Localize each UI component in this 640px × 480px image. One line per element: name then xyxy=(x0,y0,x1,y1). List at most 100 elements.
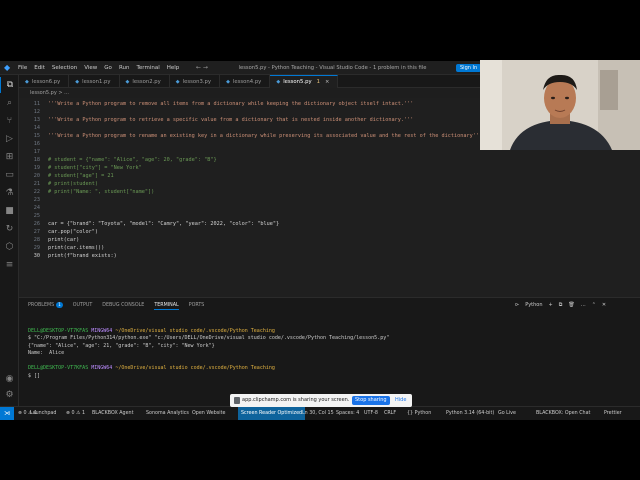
menu-item-go[interactable]: Go xyxy=(104,65,112,71)
menu-item-edit[interactable]: Edit xyxy=(34,65,45,71)
close-panel-icon[interactable]: ✕ xyxy=(602,301,606,310)
code-line[interactable]: 24 xyxy=(19,204,640,212)
blackbox-icon[interactable]: ■ xyxy=(0,203,19,219)
tab-lesson3-py[interactable]: ◆ lesson3.py xyxy=(170,75,221,88)
code-line[interactable]: 30 print(f"brand exists:) xyxy=(19,252,640,260)
code-line[interactable]: 26 car = {"brand": "Toyota", "model": "Ca… xyxy=(19,220,640,228)
status-bb-agent[interactable]: BLACKBOX Agent xyxy=(92,407,133,420)
code-text: car = {"brand": "Toyota", "model": "Camr… xyxy=(48,221,280,227)
panel-tab-label: PORTS xyxy=(188,303,205,308)
new-terminal-icon[interactable]: + xyxy=(549,301,553,310)
code-line[interactable]: 20 # student["age"] = 21 xyxy=(19,172,640,180)
status-language[interactable]: {} Python xyxy=(407,407,431,420)
python-file-icon: ◆ xyxy=(226,78,230,85)
vscode-logo-icon: ◆ xyxy=(4,63,11,72)
code-text: # print(student) xyxy=(48,181,98,187)
explorer-icon[interactable]: ⧉ xyxy=(0,77,19,93)
status-screen-reader[interactable]: Screen Reader Optimized xyxy=(238,407,306,420)
terminal-shell-icon[interactable]: ⊳ xyxy=(515,301,519,310)
line-number: 19 xyxy=(33,165,40,171)
run-debug-icon[interactable]: ▷ xyxy=(0,131,19,147)
code-text: print(car.items()) xyxy=(48,245,105,251)
code-line[interactable]: 25 xyxy=(19,212,640,220)
database-icon[interactable]: ≡ xyxy=(0,257,19,273)
split-terminal-icon[interactable]: ⧉ xyxy=(559,301,563,310)
webcam-overlay xyxy=(480,60,640,150)
status-open-website[interactable]: Open Website xyxy=(192,407,225,420)
tab-lesson2-py[interactable]: ◆ lesson2.py xyxy=(120,75,170,88)
code-line[interactable]: 23 xyxy=(19,196,640,204)
panel-tab-output[interactable]: OUTPUT xyxy=(73,301,93,310)
line-number: 14 xyxy=(33,125,40,131)
terminal-prompt: DELL@DESKTOP-VT7KFAS MINGW64 ~/OneDrive/… xyxy=(28,365,275,371)
close-icon[interactable]: × xyxy=(325,79,329,85)
panel-tab-ports[interactable]: PORTS xyxy=(189,301,205,310)
terminal-output[interactable]: DELL@DESKTOP-VT7KFAS MINGW64 ~/OneDrive/… xyxy=(28,320,389,395)
code-line[interactable]: 18 # student = {"name": "Alice", "age": 2… xyxy=(19,156,640,164)
menu-item-run[interactable]: Run xyxy=(119,65,130,71)
status-launchpad[interactable]: Launchpad xyxy=(30,407,56,420)
status-bb-chat[interactable]: BLACKBOX: Open Chat xyxy=(536,407,590,420)
account-icon[interactable]: ◉ xyxy=(0,371,19,387)
live-share-icon[interactable]: ↻ xyxy=(0,221,19,237)
menu-item-selection[interactable]: Selection xyxy=(52,65,77,71)
line-number: 26 xyxy=(33,221,40,227)
python-file-icon: ◆ xyxy=(75,78,80,85)
line-number: 28 xyxy=(33,237,40,243)
testing-icon[interactable]: ⚗ xyxy=(0,185,19,201)
hide-button[interactable]: Hide xyxy=(395,394,406,407)
code-text: car.pop("color") xyxy=(48,229,98,235)
source-control-icon[interactable]: ⑂ xyxy=(0,113,19,129)
tab-lesson1-py[interactable]: ◆ lesson1.py xyxy=(69,75,120,88)
code-line[interactable]: 27 car.pop("color") xyxy=(19,228,640,236)
maximize-panel-icon[interactable]: ⌃ xyxy=(592,301,596,310)
tab-label: lesson6.py xyxy=(31,78,61,85)
status-analytics[interactable]: Sonoma Analytics xyxy=(146,407,189,420)
tab-lesson4-py[interactable]: ◆ lesson4.py xyxy=(220,75,271,88)
menu-item-terminal[interactable]: Terminal xyxy=(136,65,159,71)
sign-in-button[interactable]: Sign In xyxy=(456,64,482,72)
status-go-live[interactable]: Go Live xyxy=(498,407,516,420)
tab-label: lesson4.py xyxy=(232,78,262,85)
panel-tab-problems[interactable]: PROBLEMS 1 xyxy=(28,301,63,310)
remote-explorer-icon[interactable]: ▭ xyxy=(0,167,19,183)
docker-icon[interactable]: ⬡ xyxy=(0,239,19,255)
code-line[interactable]: 29 print(car.items()) xyxy=(19,244,640,252)
terminal-command: $ "C:/Program Files/Python314/python.exe… xyxy=(28,335,390,341)
status-interpreter[interactable]: Python 3.14 (64-bit) xyxy=(446,407,494,420)
code-line[interactable]: 21 # print(student) xyxy=(19,180,640,188)
stop-sharing-button[interactable]: Stop sharing xyxy=(352,396,390,405)
menu-item-file[interactable]: File xyxy=(18,65,27,71)
menu-item-view[interactable]: View xyxy=(84,65,97,71)
extensions-icon[interactable]: ⊞ xyxy=(0,149,19,165)
panel-tab-debug-console[interactable]: DEBUG CONSOLE xyxy=(102,301,144,310)
breadcrumb[interactable]: lesson5.py > ... xyxy=(30,89,69,97)
status-problems2[interactable]: ⊗ 0 ⚠ 1 xyxy=(66,407,85,420)
status-prettier[interactable]: Prettier xyxy=(604,407,622,420)
python-file-icon: ◆ xyxy=(25,78,29,85)
tab-lesson6-py[interactable]: ◆ lesson6.py xyxy=(19,75,70,88)
status-eol[interactable]: CRLF xyxy=(384,407,396,420)
code-line[interactable]: 22 # print("Name: ", student["name"]) xyxy=(19,188,640,196)
remote-indicator-icon[interactable]: ⋊ xyxy=(0,407,14,420)
settings-gear-icon[interactable]: ⚙ xyxy=(0,387,19,403)
search-icon[interactable]: ⌕ xyxy=(0,95,19,111)
tab-problem-count: 1 xyxy=(316,79,320,85)
status-cursor-pos[interactable]: Ln 30, Col 15 xyxy=(302,407,334,420)
code-line[interactable]: 28 print(car) xyxy=(19,236,640,244)
terminal-input-line[interactable]: $ [] xyxy=(28,373,389,381)
status-encoding[interactable]: UTF-8 xyxy=(364,407,378,420)
tab-label: lesson1.py xyxy=(82,78,111,85)
more-actions-icon[interactable]: … xyxy=(581,301,586,310)
terminal-shell-label[interactable]: Python xyxy=(525,301,542,310)
bottom-panel: PROBLEMS 1 OUTPUT DEBUG CONSOLE TERMINAL PORT… xyxy=(19,297,640,406)
menu-item-help[interactable]: Help xyxy=(167,65,180,71)
kill-terminal-icon[interactable]: 🗑 xyxy=(568,301,574,310)
code-line[interactable]: 19 # student["city"] = "New York" xyxy=(19,164,640,172)
panel-tab-label: OUTPUT xyxy=(72,303,93,308)
panel-tab-terminal[interactable]: TERMINAL xyxy=(154,301,179,310)
status-spaces[interactable]: Spaces: 4 xyxy=(336,407,359,420)
nav-arrows[interactable]: ← → xyxy=(196,64,208,71)
line-number: 27 xyxy=(33,229,40,235)
tab-lesson5-py[interactable]: ◆ lesson5.py 1 × xyxy=(270,75,339,88)
